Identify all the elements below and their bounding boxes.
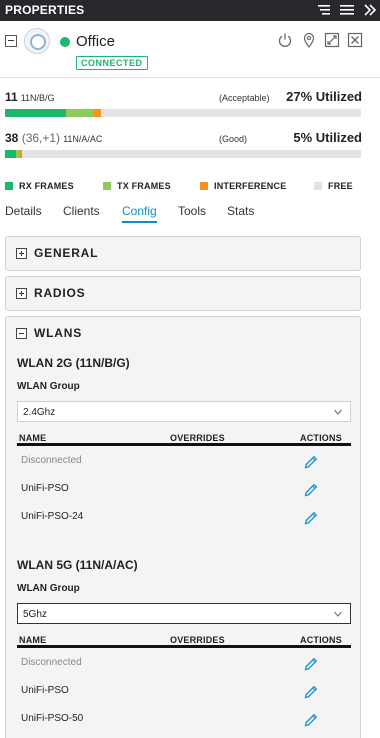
wlan-name: UniFi-PSO-50 [21,713,84,724]
radios-panel[interactable]: RADIOS [5,276,361,311]
expand-plus-icon [16,288,27,299]
radio-quality: (Good) [219,134,248,144]
edit-pencil-icon[interactable] [303,684,319,700]
legend-swatch-rx [5,182,13,190]
menu-icon[interactable] [339,2,355,18]
wlan-2g-group-label: WLAN Group [17,381,80,392]
tab-clients[interactable]: Clients [63,204,100,221]
general-panel-header[interactable]: GENERAL [6,237,360,271]
col-name: NAME [19,433,47,443]
device-summary: Office CONNECTED [0,21,380,78]
wlan-5g-group-select[interactable]: 5Ghz [17,603,351,624]
chevron-down-icon [334,408,342,416]
chevron-down-icon [334,610,342,618]
radio-utilization: 27% Utilized [286,89,362,104]
legend-interference: INTERFERENCE [214,181,287,191]
edit-pencil-icon[interactable] [303,482,319,498]
panel-title-radios: RADIOS [34,286,86,300]
page-title: PROPERTIES [5,3,85,17]
radio-channel: 11 11N/B/G [5,90,55,104]
legend-swatch-tx [103,182,111,190]
status-dot [60,37,70,47]
panel-title-wlans: WLANS [34,326,82,340]
utilization-bar [5,109,361,117]
wlan-2g-title: WLAN 2G (11N/B/G) [17,356,130,370]
table-row: UniFi-PSO-24 [17,504,351,532]
utilization-legend: RX FRAMES TX FRAMES INTERFERENCE FREE [5,181,375,195]
radio-utilization: 5% Utilized [293,130,362,145]
rx-frames-segment [5,150,16,158]
interference-segment [20,150,22,158]
tab-tools[interactable]: Tools [178,204,206,221]
col-overrides: OVERRIDES [170,635,225,645]
wlan-2g-group-select[interactable]: 2.4Ghz [17,401,351,422]
table-row: Disconnected [17,650,351,678]
edit-pencil-icon[interactable] [303,454,319,470]
expand-icon[interactable] [324,32,340,48]
collapse-minus-icon [16,328,27,339]
tx-frames-segment [66,109,94,117]
edit-pencil-icon[interactable] [303,510,319,526]
wlan-name: UniFi-PSO-24 [21,511,84,522]
wlan-name: UniFi-PSO [21,483,69,494]
utilization-bar [5,150,361,158]
wlan-5g-table-header: NAME OVERRIDES ACTIONS [17,634,351,648]
double-chevron-right-icon[interactable] [362,2,378,18]
status-badge: CONNECTED [76,56,148,70]
radio-quality: (Acceptable) [219,93,270,103]
radio-channel: 38 (36,+1) 11N/A/AC [5,131,103,145]
general-panel[interactable]: GENERAL [5,236,361,271]
edit-pencil-icon[interactable] [303,656,319,672]
access-point-icon [24,28,50,54]
locate-icon[interactable] [301,32,317,48]
restart-icon[interactable] [277,32,293,48]
legend-free: FREE [328,181,353,191]
legend-tx-frames: TX FRAMES [117,181,171,191]
properties-header: PROPERTIES [0,0,380,21]
table-row: UniFi-PSO [17,476,351,504]
wlan-name: Disconnected [21,455,82,466]
col-overrides: OVERRIDES [170,433,225,443]
expand-plus-icon [16,248,27,259]
col-actions: ACTIONS [300,635,342,645]
wlans-panel: WLANS WLAN 2G (11N/B/G) WLAN Group 2.4Gh… [5,316,361,738]
table-row: UniFi-PSO [17,678,351,706]
wlan-5g-title: WLAN 5G (11N/A/AC) [17,558,138,572]
device-name: Office [76,33,115,50]
rx-frames-segment [5,109,66,117]
tab-details[interactable]: Details [5,204,42,221]
tab-stats[interactable]: Stats [227,204,254,221]
close-icon[interactable] [347,32,363,48]
legend-swatch-interference [200,182,208,190]
radios-panel-header[interactable]: RADIOS [6,277,360,311]
wlan-name: Disconnected [21,657,82,668]
radio-5g-utilization: 38 (36,+1) 11N/A/AC (Good) 5% Utilized [0,130,380,170]
wlan-2g-table-header: NAME OVERRIDES ACTIONS [17,432,351,446]
edit-pencil-icon[interactable] [303,712,319,728]
sort-icon[interactable] [316,2,332,18]
interference-segment [94,109,101,117]
tab-config[interactable]: Config [122,204,157,223]
table-row: Disconnected [17,448,351,476]
wlan-2g-group-value: 2.4Ghz [23,407,56,418]
legend-swatch-free [314,182,322,190]
wlans-panel-header[interactable]: WLANS [6,317,360,351]
panel-title-general: GENERAL [34,246,99,260]
property-tabs: Details Clients Config Tools Stats [0,204,380,226]
wlan-5g-group-label: WLAN Group [17,583,80,594]
wlan-name: UniFi-PSO [21,685,69,696]
radio-2g-utilization: 11 11N/B/G (Acceptable) 27% Utilized [0,89,380,129]
col-actions: ACTIONS [300,433,342,443]
collapse-toggle[interactable] [5,35,17,47]
col-name: NAME [19,635,47,645]
table-row: UniFi-PSO-50 [17,706,351,734]
wlan-5g-group-value: 5Ghz [23,609,47,620]
legend-rx-frames: RX FRAMES [19,181,74,191]
